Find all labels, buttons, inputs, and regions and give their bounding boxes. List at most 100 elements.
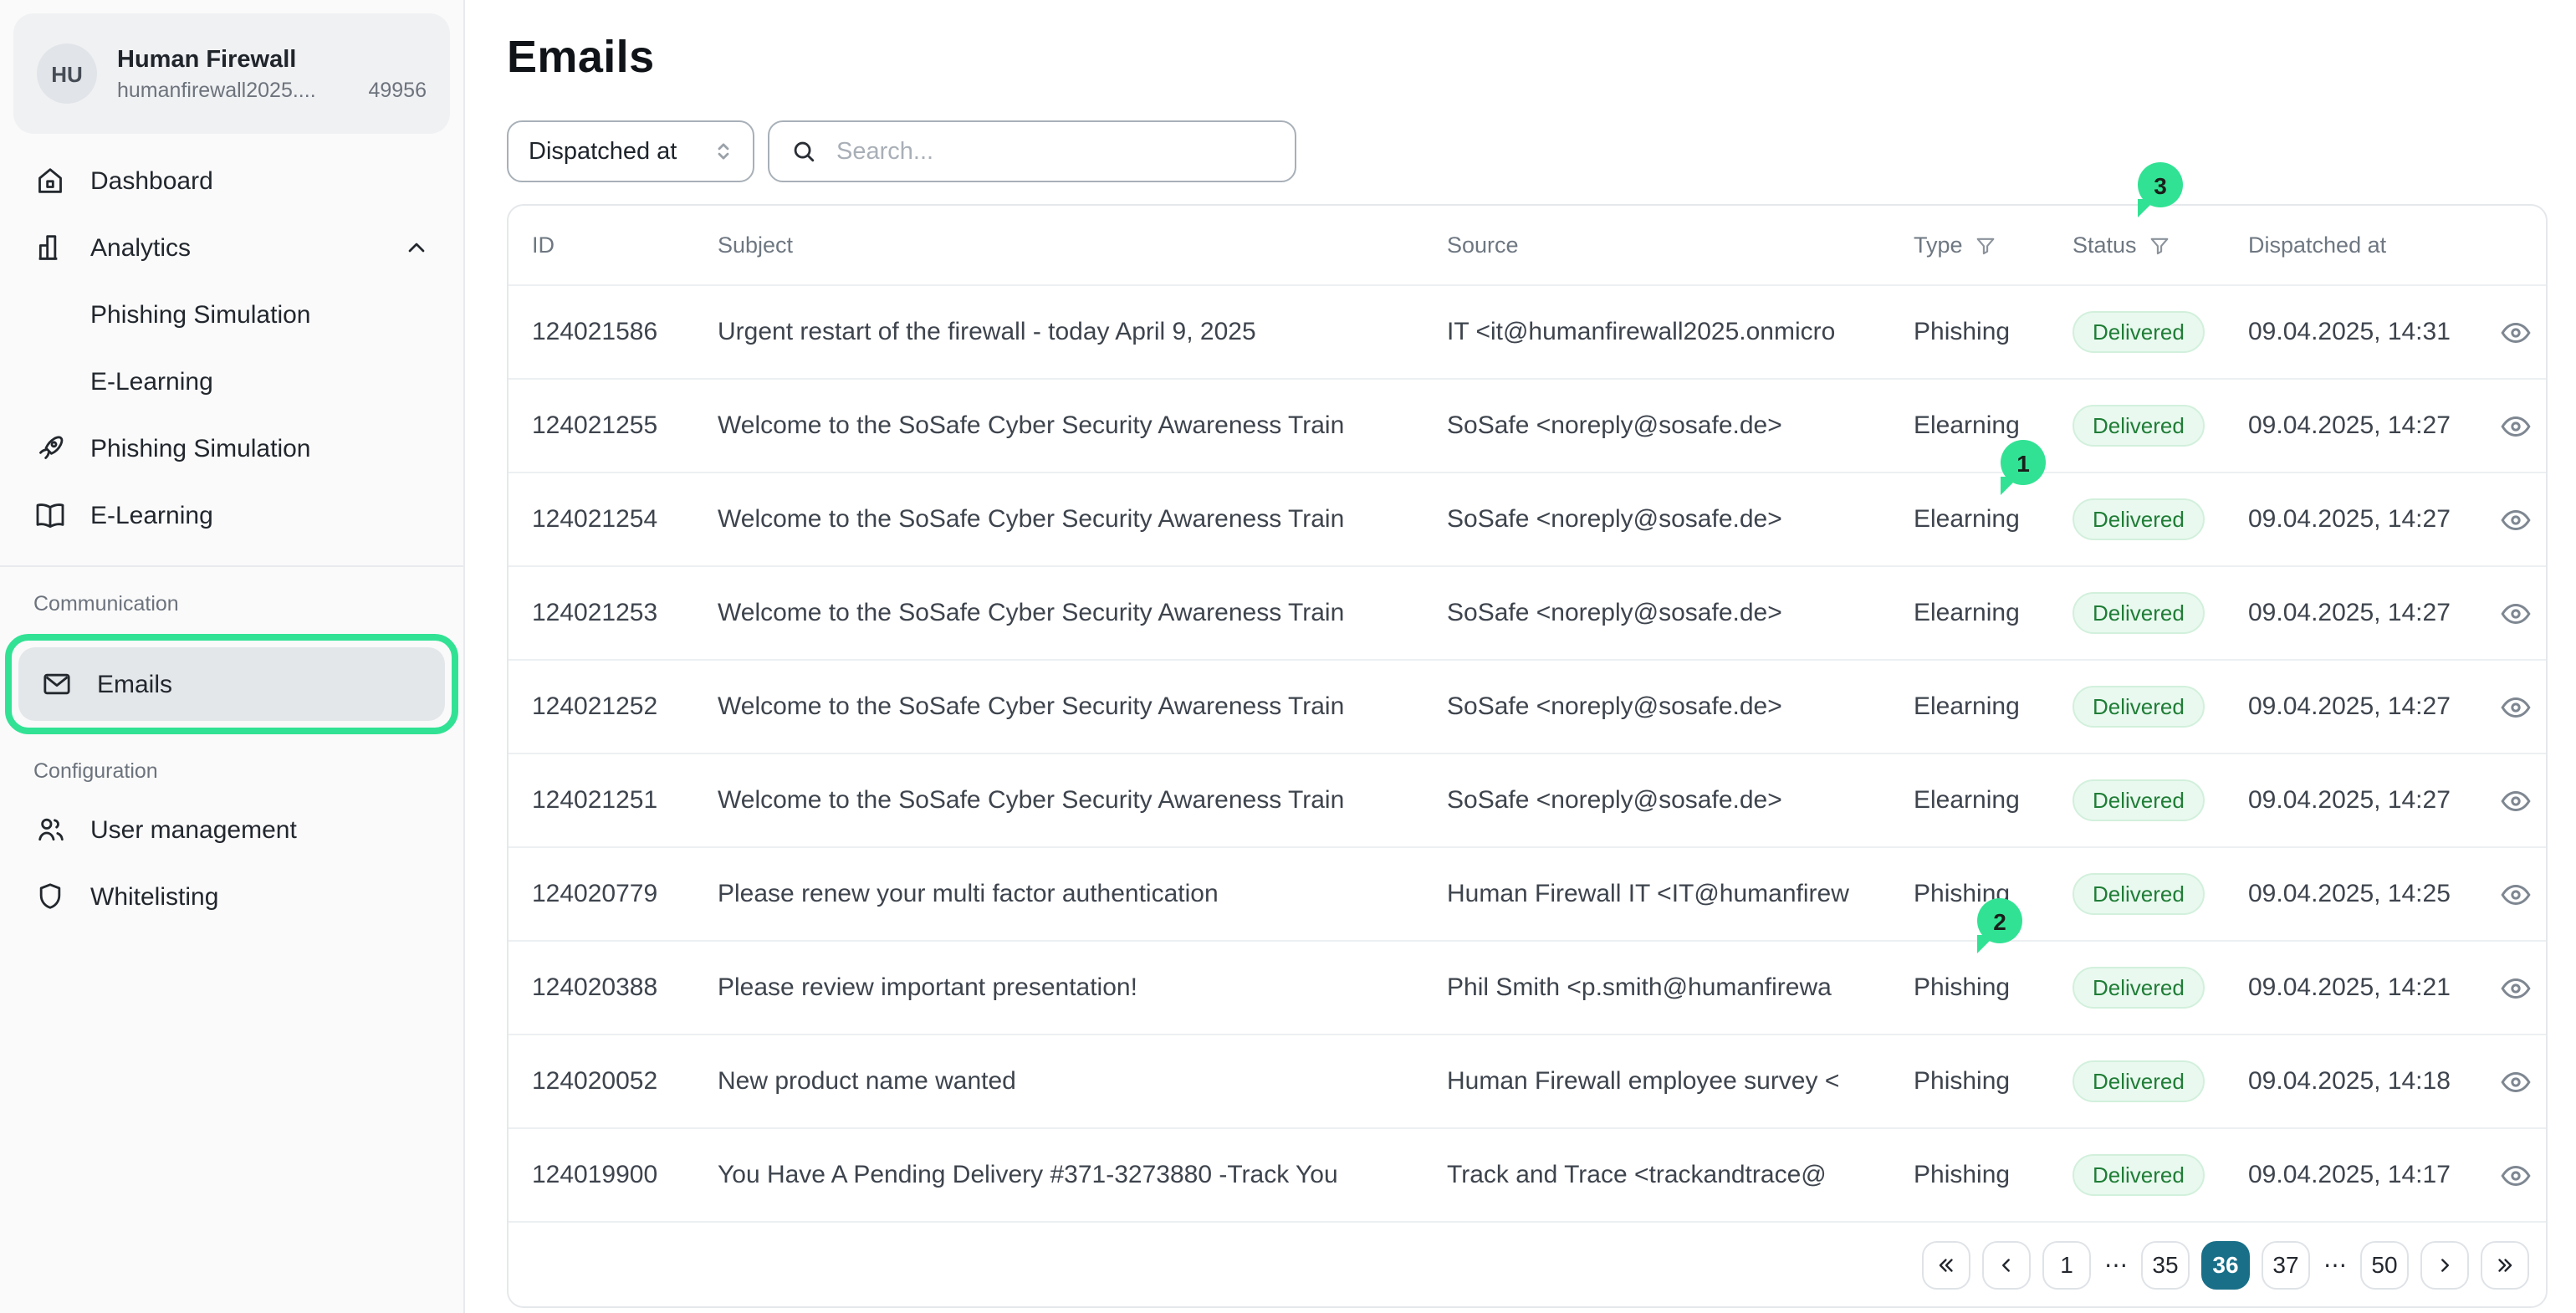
mail-icon [40,667,74,701]
search-input[interactable] [833,136,1275,166]
toolbar: Dispatched at [507,120,2576,182]
annotation-box-emails: Emails [5,634,458,734]
cell-type: Phishing [1914,318,2073,346]
account-code: 49956 [368,78,427,101]
status-badge: Delivered [2073,967,2205,1009]
home-icon [33,164,67,197]
status-badge: Delivered [2073,873,2205,915]
cell-id: 124021255 [532,411,718,440]
page-button-37[interactable]: 37 [2262,1240,2310,1289]
eye-icon [2499,596,2533,630]
dispatched-at-select[interactable]: Dispatched at [507,120,754,182]
cell-dispatched-at: 09.04.2025, 14:17 [2248,1161,2499,1189]
cell-subject: Welcome to the SoSafe Cyber Security Awa… [718,692,1447,721]
cell-id: 124020388 [532,973,718,1002]
eye-icon [2499,409,2533,442]
sidebar-item-user-management[interactable]: User management [0,796,463,863]
cell-type: Elearning [1914,599,2073,627]
status-badge: Delivered [2073,1060,2205,1102]
cell-subject: Welcome to the SoSafe Cyber Security Awa… [718,786,1447,815]
sidebar-item-label: Dashboard [90,166,213,195]
sidebar-item-analytics-e-learning[interactable]: E-Learning [0,348,463,415]
cell-subject: Please renew your multi factor authentic… [718,880,1447,908]
cell-subject: Welcome to the SoSafe Cyber Security Awa… [718,411,1447,440]
view-email-button[interactable] [2499,1065,2533,1098]
status-badge: Delivered [2073,1154,2205,1196]
cell-subject: Welcome to the SoSafe Cyber Security Awa… [718,505,1447,534]
page-button-1[interactable]: 1 [2042,1240,2091,1289]
sidebar-item-label: E-Learning [90,367,213,396]
sidebar-item-phishing-simulation[interactable]: Phishing Simulation [0,415,463,482]
page-button-36-current[interactable]: 36 [2201,1240,2250,1289]
view-email-button[interactable] [2499,784,2533,817]
cell-dispatched-at: 09.04.2025, 14:27 [2248,505,2499,534]
chevrons-left-icon [1935,1254,1957,1275]
section-configuration: Configuration [0,744,463,796]
eye-icon [2499,1158,2533,1192]
sidebar-nav: Dashboard Analytics Phishing Simulation … [0,147,463,549]
first-page-button[interactable] [1922,1240,1970,1289]
account-org: humanfirewall2025.... [117,78,368,101]
sidebar-item-label: Phishing Simulation [90,300,311,329]
cell-type: Elearning [1914,692,2073,721]
next-page-button[interactable] [2420,1240,2469,1289]
chevron-up-icon[interactable] [403,234,430,261]
cell-dispatched-at: 09.04.2025, 14:31 [2248,318,2499,346]
sidebar: HU Human Firewall humanfirewall2025.... … [0,0,465,1313]
cell-source: Human Firewall employee survey < [1447,1067,1914,1096]
cell-type: Phishing [1914,1161,2073,1189]
cell-source: Track and Trace <trackandtrace@ [1447,1161,1914,1189]
view-email-button[interactable] [2499,690,2533,723]
view-email-button[interactable] [2499,596,2533,630]
avatar: HU [37,43,97,104]
view-email-button[interactable] [2499,1158,2533,1192]
eye-icon [2499,1065,2533,1098]
sidebar-item-whitelisting[interactable]: Whitelisting [0,863,463,930]
cell-type: Phishing [1914,1067,2073,1096]
view-email-button[interactable] [2499,409,2533,442]
account-card[interactable]: HU Human Firewall humanfirewall2025.... … [13,13,450,134]
emails-table: ID Subject Source Type Status Dispatched… [507,204,2548,1308]
bar-chart-icon [33,231,67,264]
view-email-button[interactable] [2499,503,2533,536]
sidebar-divider [0,565,463,567]
view-email-button[interactable] [2499,315,2533,349]
view-email-button[interactable] [2499,877,2533,911]
view-email-button[interactable] [2499,971,2533,1004]
status-badge: Delivered [2073,498,2205,540]
sidebar-item-dashboard[interactable]: Dashboard [0,147,463,214]
cell-id: 124020052 [532,1067,718,1096]
sidebar-item-analytics-phishing-simulation[interactable]: Phishing Simulation [0,281,463,348]
cell-id: 124021252 [532,692,718,721]
sidebar-item-analytics[interactable]: Analytics [0,214,463,281]
app-window: HU Human Firewall humanfirewall2025.... … [0,0,2576,1313]
cell-dispatched-at: 09.04.2025, 14:27 [2248,692,2499,721]
cell-id: 124021254 [532,505,718,534]
pagination: 1 ⋯ 35 36 37 ⋯ 50 [509,1221,2546,1306]
cell-subject: You Have A Pending Delivery #371-3273880… [718,1161,1447,1189]
column-header-id: ID [532,232,555,258]
cell-subject: Please review important presentation! [718,973,1447,1002]
filter-icon[interactable] [2149,233,2172,257]
filter-icon[interactable] [1975,233,1998,257]
cell-dispatched-at: 09.04.2025, 14:18 [2248,1067,2499,1096]
sidebar-item-label: Whitelisting [90,882,218,911]
page-button-35[interactable]: 35 [2141,1240,2190,1289]
eye-icon [2499,971,2533,1004]
status-badge: Delivered [2073,592,2205,634]
select-value: Dispatched at [529,138,701,165]
last-page-button[interactable] [2481,1240,2529,1289]
cell-source: Phil Smith <p.smith@humanfirewa [1447,973,1914,1002]
cell-dispatched-at: 09.04.2025, 14:27 [2248,411,2499,440]
previous-page-button[interactable] [1982,1240,2031,1289]
page-title: Emails [507,30,2576,84]
annotation-badge-1: 1 [2001,440,2046,485]
sidebar-item-label: Emails [97,670,172,698]
cell-type: Elearning [1914,786,2073,815]
page-button-50[interactable]: 50 [2360,1240,2409,1289]
sidebar-item-e-learning[interactable]: E-Learning [0,482,463,549]
cell-id: 124021251 [532,786,718,815]
sidebar-item-emails[interactable]: Emails [18,647,445,721]
cell-subject: New product name wanted [718,1067,1447,1096]
annotation-badge-2: 2 [1977,898,2022,943]
